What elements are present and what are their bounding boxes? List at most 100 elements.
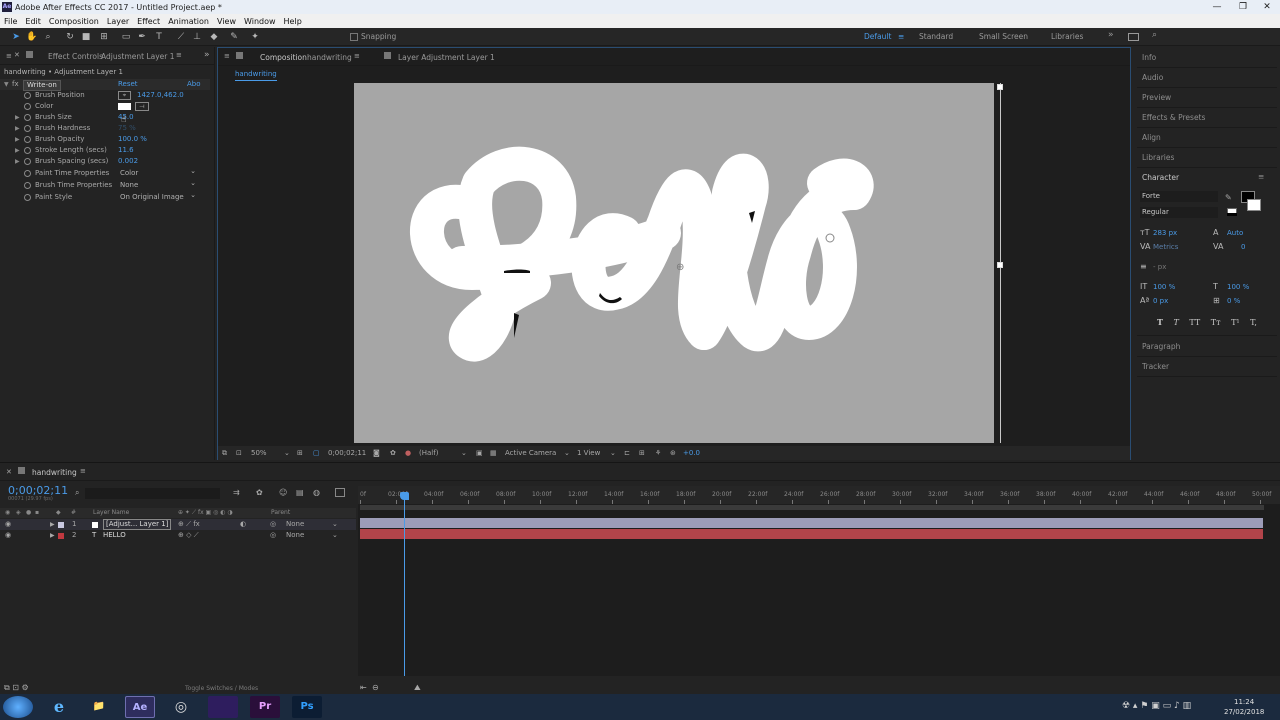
horizontal-scale-value[interactable]: 100 % <box>1227 283 1249 291</box>
camera-dropdown[interactable]: Active Camera <box>505 446 556 460</box>
parent-dropdown[interactable]: None <box>286 519 304 530</box>
camera-tool-icon[interactable]: ■ <box>80 31 92 43</box>
always-preview-icon[interactable]: ⧉ <box>222 446 227 460</box>
workspace-standard[interactable]: Standard <box>919 32 953 41</box>
selection-tool-icon[interactable]: ➤ <box>10 31 22 43</box>
stopwatch-icon[interactable] <box>24 114 31 121</box>
leading-value[interactable]: Auto <box>1227 229 1243 237</box>
layer-name[interactable]: [Adjust... Layer 1] <box>103 519 172 530</box>
eyedropper-icon[interactable]: ✎ <box>1225 193 1232 202</box>
resolution-dropdown[interactable]: (Half) <box>419 446 438 460</box>
layer-search-input[interactable] <box>85 488 220 499</box>
clone-stamp-tool-icon[interactable]: ⊥ <box>191 31 203 43</box>
type-tool-icon[interactable]: T <box>153 31 165 43</box>
menu-edit[interactable]: Edit <box>25 17 41 26</box>
composition-subtab[interactable]: handwriting <box>235 70 277 81</box>
roto-brush-tool-icon[interactable]: ✎ <box>228 31 240 43</box>
vertical-scale-value[interactable]: 100 % <box>1153 283 1175 291</box>
zoom-slider-icon[interactable]: ⊖ <box>372 683 379 692</box>
panel-paragraph[interactable]: Paragraph <box>1142 342 1180 351</box>
pan-behind-tool-icon[interactable]: ⊞ <box>98 31 110 43</box>
menu-effect[interactable]: Effect <box>137 17 160 26</box>
mask-icon[interactable]: ▢ <box>313 446 320 460</box>
expand-arrow-icon[interactable]: ▶ <box>15 156 20 167</box>
toggle-switches-modes[interactable]: Toggle Switches / Modes <box>185 685 258 692</box>
eraser-tool-icon[interactable]: ◆ <box>208 31 220 43</box>
tsume-value[interactable]: 0 % <box>1227 297 1240 305</box>
panel-audio[interactable]: Audio <box>1142 73 1163 82</box>
panel-effects-presets[interactable]: Effects & Presets <box>1142 113 1205 122</box>
lock-icon[interactable] <box>18 467 25 474</box>
prop-value-brush-spacing[interactable]: 0.002 <box>118 156 138 167</box>
close-button[interactable]: ✕ <box>1254 0 1280 14</box>
timeline-track-area[interactable] <box>358 486 1280 676</box>
exposure-value[interactable]: +0.0 <box>683 446 700 460</box>
timeline-bottom-icons[interactable]: ⧉ ⊡ ⚙ <box>4 683 29 693</box>
faux-italic-button[interactable]: T <box>1174 318 1179 327</box>
crosshair-icon[interactable]: ⌖ <box>118 91 131 100</box>
layer-bar-1[interactable] <box>360 518 1263 528</box>
resolution-arrow-icon[interactable]: ⌄ <box>461 446 467 460</box>
layer-row-2[interactable]: ◉ ▶ 2 T HELLO ⊕ ◇ ⟋ ◎ None ⌄ <box>0 530 356 541</box>
expand-arrow-icon[interactable]: ▶ <box>15 112 20 123</box>
label-color-swatch[interactable] <box>58 522 64 528</box>
roi-icon[interactable]: ▣ <box>476 446 483 460</box>
font-style-dropdown[interactable]: Regular <box>1140 207 1218 218</box>
close-tab-icon[interactable]: ✕ <box>14 51 20 59</box>
composition-tab-name[interactable]: handwriting <box>307 53 352 62</box>
layer-name-header[interactable]: Layer Name <box>93 508 129 518</box>
zoom-arrow-icon[interactable]: ⌄ <box>284 446 290 460</box>
tab-menu-icon[interactable]: ≡ <box>80 467 86 475</box>
pickwhip-icon[interactable]: ◎ <box>270 519 276 530</box>
parent-arrow-icon[interactable]: ⌄ <box>332 519 338 530</box>
viewer-timecode[interactable]: 0;00;02;11 <box>328 446 366 460</box>
faux-bold-button[interactable]: T <box>1157 317 1163 327</box>
stopwatch-icon[interactable] <box>24 194 31 201</box>
close-tab-icon[interactable]: ✕ <box>6 468 12 476</box>
brush-tool-icon[interactable]: ⟋ <box>175 31 187 43</box>
menu-window[interactable]: Window <box>244 17 276 26</box>
workspace-menu-icon[interactable]: ≡ <box>898 32 904 41</box>
premiere-icon[interactable]: Pr <box>250 696 280 718</box>
color-swatch[interactable] <box>118 103 131 110</box>
zoom-tool-icon[interactable]: ⌕ <box>42 31 54 43</box>
composition-tab[interactable]: Composition <box>260 53 307 62</box>
snapping-checkbox[interactable] <box>350 33 358 41</box>
stopwatch-icon[interactable] <box>24 103 31 110</box>
panel-libraries[interactable]: Libraries <box>1142 153 1174 162</box>
toggle-pixel-icon[interactable]: ⊏ <box>624 446 630 460</box>
zoom-in-icon[interactable]: ⛰ <box>414 683 421 693</box>
stopwatch-icon[interactable] <box>24 125 31 132</box>
font-family-dropdown[interactable]: Forte <box>1140 191 1218 202</box>
stopwatch-icon[interactable] <box>24 147 31 154</box>
stopwatch-icon[interactable] <box>24 158 31 165</box>
graph-editor-icon[interactable] <box>335 488 345 497</box>
shy-icon[interactable]: ☺ <box>279 488 287 497</box>
menu-file[interactable]: File <box>4 17 17 26</box>
adjustment-switch-icon[interactable]: ◐ <box>240 519 246 530</box>
effect-controls-tab[interactable]: Effect Controls <box>48 52 103 61</box>
grid-icon[interactable]: ⊞ <box>297 446 303 460</box>
stopwatch-icon[interactable] <box>24 136 31 143</box>
paint-style-dropdown[interactable]: On Original Image <box>120 190 198 202</box>
draft-3d-icon[interactable]: ✿ <box>256 488 263 497</box>
panel-preview[interactable]: Preview <box>1142 93 1171 102</box>
character-menu-icon[interactable]: ≡ <box>1258 172 1264 181</box>
all-caps-button[interactable]: TT <box>1189 318 1200 327</box>
expand-arrow-icon[interactable]: ▶ <box>15 123 20 134</box>
stroke-width-value[interactable]: - px <box>1153 263 1166 271</box>
motion-blur-icon[interactable]: ◍ <box>313 488 320 497</box>
file-explorer-icon[interactable]: 📁 <box>84 696 114 718</box>
prop-value-brush-hardness[interactable]: 75 % <box>118 123 136 134</box>
parent-header[interactable]: Parent <box>271 508 290 518</box>
stroke-color-swatch[interactable] <box>1247 199 1261 211</box>
character-panel-title[interactable]: Character <box>1142 173 1179 182</box>
lock-icon[interactable] <box>236 52 243 59</box>
eyedropper-icon[interactable]: ⟞ <box>135 102 149 111</box>
menu-composition[interactable]: Composition <box>49 17 99 26</box>
layer-name[interactable]: HELLO <box>103 530 126 541</box>
camera-arrow-icon[interactable]: ⌄ <box>564 446 570 460</box>
internet-explorer-icon[interactable]: e <box>44 696 74 718</box>
prop-value-brush-opacity[interactable]: 100.0 % <box>118 134 147 145</box>
effect-controls-tab-layer[interactable]: Adjustment Layer 1 <box>101 52 175 61</box>
